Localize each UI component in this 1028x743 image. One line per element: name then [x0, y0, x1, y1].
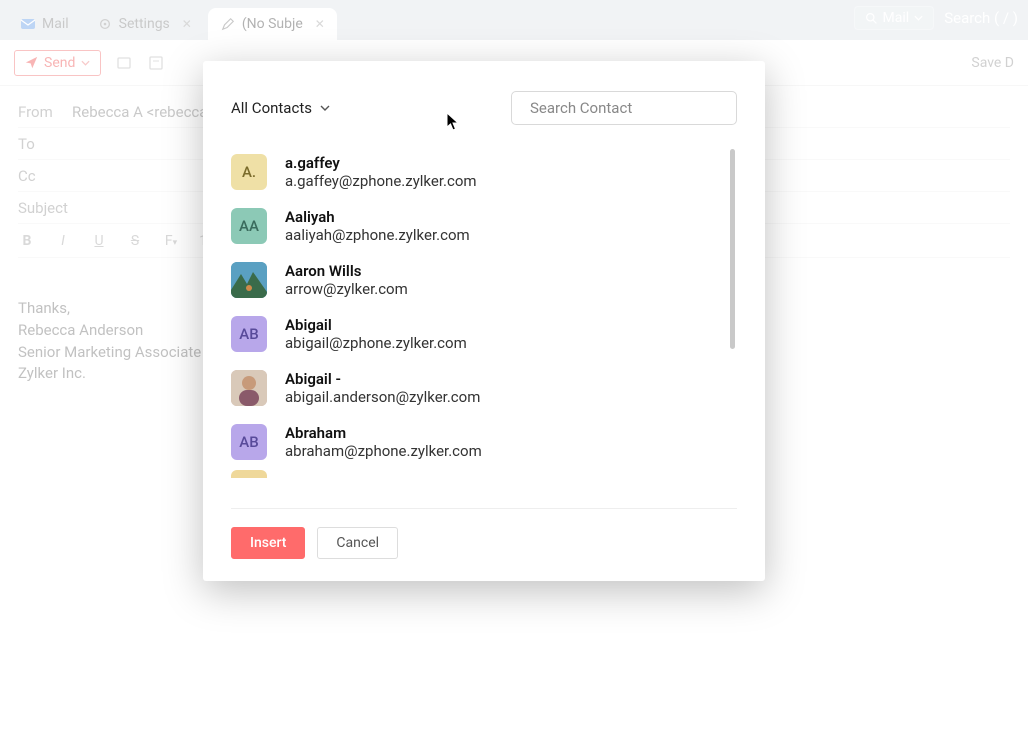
avatar: A.: [231, 154, 267, 190]
contact-item[interactable]: AB Abrahamabraham@zphone.zylker.com: [231, 415, 731, 469]
contact-name: Aaron Wills: [285, 262, 408, 280]
contact-name: Abigail: [285, 316, 467, 334]
contact-item[interactable]: AB Abigailabigail@zphone.zylker.com: [231, 307, 731, 361]
contact-email: abigail@zphone.zylker.com: [285, 334, 467, 352]
avatar: [231, 370, 267, 406]
modal-header: All Contacts: [231, 91, 737, 125]
contacts-filter-label: All Contacts: [231, 99, 312, 117]
contact-meta: Abrahamabraham@zphone.zylker.com: [285, 424, 482, 460]
contact-list[interactable]: A. a.gaffeya.gaffey@zphone.zylker.com AA Aa…: [231, 145, 737, 509]
modal-actions: Insert Cancel: [231, 509, 737, 559]
contact-name: Aaliyah: [285, 208, 470, 226]
contact-item[interactable]: Aaron Willsarrow@zylker.com: [231, 253, 731, 307]
avatar: [231, 262, 267, 298]
contact-meta: Aaron Willsarrow@zylker.com: [285, 262, 408, 298]
avatar: AB: [231, 316, 267, 352]
avatar: AA: [231, 208, 267, 244]
contact-picker-modal: All Contacts A. a.gaffeya.gaffey@zphone.z…: [203, 61, 765, 581]
contact-search-field[interactable]: [511, 91, 737, 125]
contact-item-partial[interactable]: [231, 469, 731, 479]
contact-meta: a.gaffeya.gaffey@zphone.zylker.com: [285, 154, 477, 190]
insert-button[interactable]: Insert: [231, 527, 305, 559]
cancel-button[interactable]: Cancel: [317, 527, 398, 559]
contact-email: abigail.anderson@zylker.com: [285, 388, 480, 406]
contact-search-input[interactable]: [530, 99, 729, 117]
scrollbar-thumb[interactable]: [730, 149, 735, 349]
avatar: [231, 470, 267, 478]
mouse-cursor: [446, 112, 460, 132]
contact-item[interactable]: Abigail -abigail.anderson@zylker.com: [231, 361, 731, 415]
contact-name: Abigail -: [285, 370, 480, 388]
chevron-down-icon: [320, 105, 330, 111]
contacts-filter-dropdown[interactable]: All Contacts: [231, 99, 330, 117]
contact-meta: Abigailabigail@zphone.zylker.com: [285, 316, 467, 352]
contact-name: Abraham: [285, 424, 482, 442]
contact-email: a.gaffey@zphone.zylker.com: [285, 172, 477, 190]
contact-email: aaliyah@zphone.zylker.com: [285, 226, 470, 244]
avatar: AB: [231, 424, 267, 460]
contact-email: arrow@zylker.com: [285, 280, 408, 298]
contact-meta: Abigail -abigail.anderson@zylker.com: [285, 370, 480, 406]
contact-item[interactable]: A. a.gaffeya.gaffey@zphone.zylker.com: [231, 145, 731, 199]
contact-name: a.gaffey: [285, 154, 477, 172]
contact-email: abraham@zphone.zylker.com: [285, 442, 482, 460]
contact-meta: Aaliyahaaliyah@zphone.zylker.com: [285, 208, 470, 244]
contact-item[interactable]: AA Aaliyahaaliyah@zphone.zylker.com: [231, 199, 731, 253]
